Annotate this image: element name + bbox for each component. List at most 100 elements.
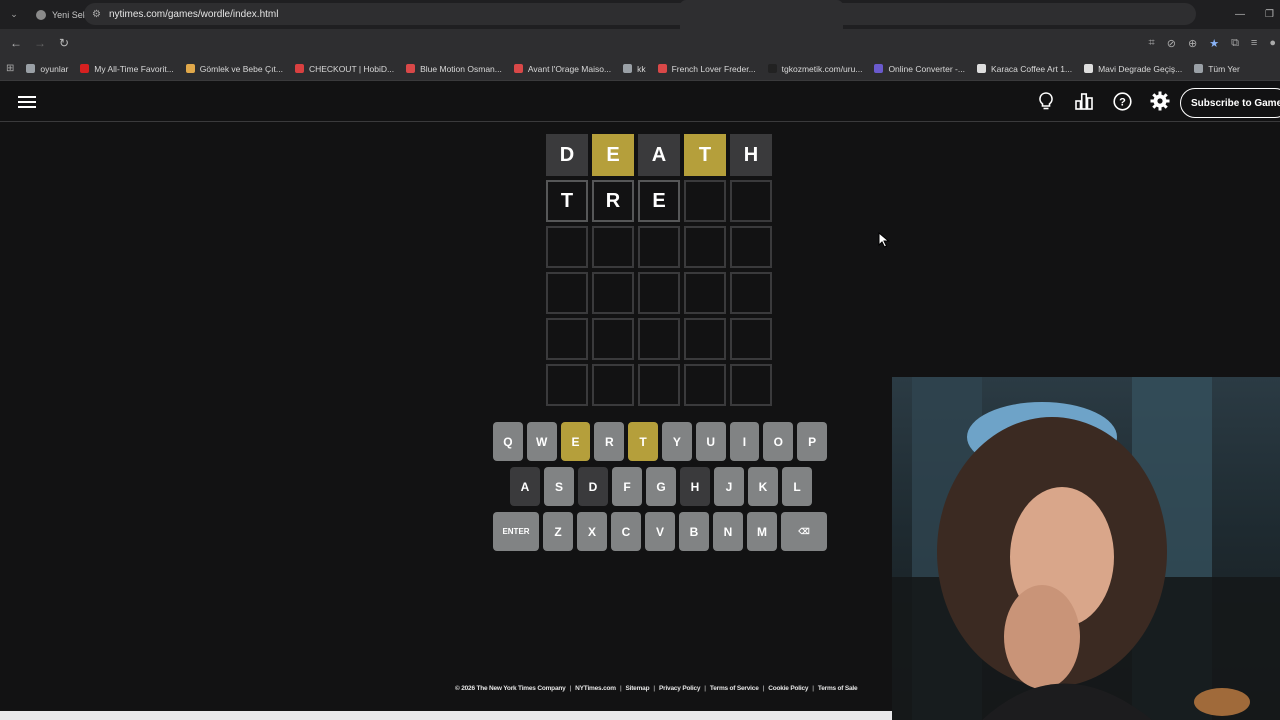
key-v[interactable]: V: [645, 512, 675, 551]
key-w[interactable]: W: [526, 422, 557, 461]
zoom-icon[interactable]: ⊕: [1188, 37, 1197, 50]
board-tile: [638, 272, 680, 314]
key-p[interactable]: P: [797, 422, 827, 461]
statistics-icon[interactable]: [1074, 91, 1094, 111]
reading-list-icon[interactable]: ≡: [1251, 37, 1257, 49]
key-i[interactable]: I: [729, 422, 760, 461]
bookmark-item[interactable]: Blue Motion Osman...: [400, 64, 508, 74]
eye-off-icon[interactable]: ⊘: [1167, 37, 1176, 50]
key-m[interactable]: M: [747, 512, 777, 551]
board-tile: [684, 272, 726, 314]
board-tile: [730, 226, 772, 268]
key-g[interactable]: G: [646, 467, 676, 506]
help-icon[interactable]: ?: [1112, 91, 1132, 111]
svg-text:?: ?: [1119, 96, 1126, 108]
board-tile: T: [546, 180, 588, 222]
bookmark-label: kk: [637, 63, 646, 74]
key-k[interactable]: K: [748, 467, 778, 506]
key-l[interactable]: L: [782, 467, 812, 506]
apps-grid-icon[interactable]: ⊞: [0, 63, 20, 74]
bookmark-favicon-icon: [406, 64, 416, 73]
bookmark-item[interactable]: CHECKOUT | HobiD...: [289, 64, 400, 74]
translate-icon[interactable]: ⌗: [1149, 37, 1155, 50]
key-a[interactable]: A: [510, 467, 540, 506]
footer-link[interactable]: Cookie Policy: [768, 685, 808, 692]
footer-separator: |: [569, 685, 572, 692]
hamburger-menu-icon[interactable]: [18, 93, 36, 109]
board-tile: [730, 318, 772, 360]
key-c[interactable]: C: [611, 512, 641, 551]
window-controls: — ❐: [1235, 0, 1280, 29]
key-q[interactable]: Q: [493, 422, 523, 461]
enter-key[interactable]: ENTER: [493, 512, 539, 551]
board-tile: H: [730, 134, 772, 176]
reload-icon[interactable]: ↻: [52, 36, 76, 50]
board-tile: [638, 318, 680, 360]
key-z[interactable]: Z: [543, 512, 573, 551]
keyboard-row: ASDFGHJKL: [493, 467, 827, 506]
address-bar[interactable]: ⚙ nytimes.com/games/wordle/index.html: [84, 3, 1196, 25]
board-tile: E: [638, 180, 680, 222]
subscribe-button[interactable]: Subscribe to Games: [1180, 88, 1280, 118]
bookmark-item[interactable]: Online Converter -...: [868, 64, 971, 74]
minimize-icon[interactable]: —: [1235, 9, 1245, 20]
restore-icon[interactable]: ❐: [1265, 9, 1274, 20]
key-t[interactable]: T: [628, 422, 658, 461]
key-h[interactable]: H: [680, 467, 710, 506]
backspace-key-icon[interactable]: ⌫: [781, 512, 827, 551]
footer-link[interactable]: Terms of Service: [710, 685, 759, 692]
board-tile: A: [638, 134, 680, 176]
board-tile: E: [592, 134, 634, 176]
board-tile: [546, 364, 588, 406]
key-f[interactable]: F: [612, 467, 642, 506]
bookmark-label: My All-Time Favorit...: [94, 63, 174, 74]
board-tile: D: [546, 134, 588, 176]
bookmark-item[interactable]: Gömlek ve Bebe Çıt...: [180, 64, 289, 74]
keyboard-row: ENTER Z X C V B N M ⌫: [493, 512, 827, 551]
key-s[interactable]: S: [544, 467, 574, 506]
webcam-overlay: [892, 377, 1280, 720]
forward-arrow-icon[interactable]: →: [28, 36, 52, 50]
bookmark-label: Karaca Coffee Art 1...: [990, 63, 1073, 74]
site-info-icon[interactable]: ⚙: [92, 9, 101, 20]
key-y[interactable]: Y: [661, 422, 692, 461]
board-tile: [730, 272, 772, 314]
key-u[interactable]: U: [695, 422, 726, 461]
bookmark-item[interactable]: oyunlar: [20, 64, 74, 74]
bookmark-favicon-icon: [294, 64, 304, 73]
hint-lightbulb-icon[interactable]: [1036, 91, 1056, 111]
app-root: ⌄ Yeni Sekme✕TimeGuessr - Final Score✕Co…: [0, 0, 1280, 720]
bookmark-item[interactable]: Tüm Yer: [1188, 64, 1246, 74]
key-e[interactable]: E: [560, 422, 591, 461]
settings-gear-icon[interactable]: [1150, 91, 1170, 111]
extensions-icon[interactable]: ⧉: [1231, 37, 1239, 50]
board-tile: [592, 318, 634, 360]
footer-link[interactable]: Terms of Sale: [818, 685, 858, 692]
key-o[interactable]: O: [763, 422, 794, 461]
key-x[interactable]: X: [577, 512, 607, 551]
footer-separator: |: [762, 685, 765, 692]
footer-link[interactable]: Sitemap: [625, 685, 649, 692]
footer-link[interactable]: NYTimes.com: [575, 685, 616, 692]
board-tile: [546, 318, 588, 360]
profile-icon[interactable]: ●: [1269, 37, 1276, 49]
key-b[interactable]: B: [679, 512, 709, 551]
taskbar-strip: [0, 711, 892, 720]
key-j[interactable]: J: [714, 467, 744, 506]
footer-link[interactable]: Privacy Policy: [659, 685, 700, 692]
bookmark-item[interactable]: tgkozmetik.com/uru...: [762, 64, 869, 74]
bookmark-item[interactable]: French Lover Freder...: [652, 64, 762, 74]
bookmark-label: Online Converter -...: [888, 63, 965, 74]
back-arrow-icon[interactable]: ←: [4, 36, 28, 50]
key-n[interactable]: N: [713, 512, 743, 551]
webcam-person-image: [892, 377, 1280, 720]
bookmark-item[interactable]: My All-Time Favorit...: [74, 64, 180, 74]
tab-search-chevron-icon[interactable]: ⌄: [0, 0, 28, 29]
bookmark-item[interactable]: Mavi Degrade Geçiş...: [1078, 64, 1188, 74]
bookmark-star-icon[interactable]: ★: [1209, 37, 1219, 50]
bookmark-item[interactable]: Karaca Coffee Art 1...: [971, 64, 1078, 74]
key-d[interactable]: D: [578, 467, 608, 506]
bookmark-item[interactable]: kk: [617, 64, 652, 74]
bookmark-item[interactable]: Avant l'Orage Maiso...: [508, 64, 617, 74]
key-r[interactable]: R: [594, 422, 625, 461]
